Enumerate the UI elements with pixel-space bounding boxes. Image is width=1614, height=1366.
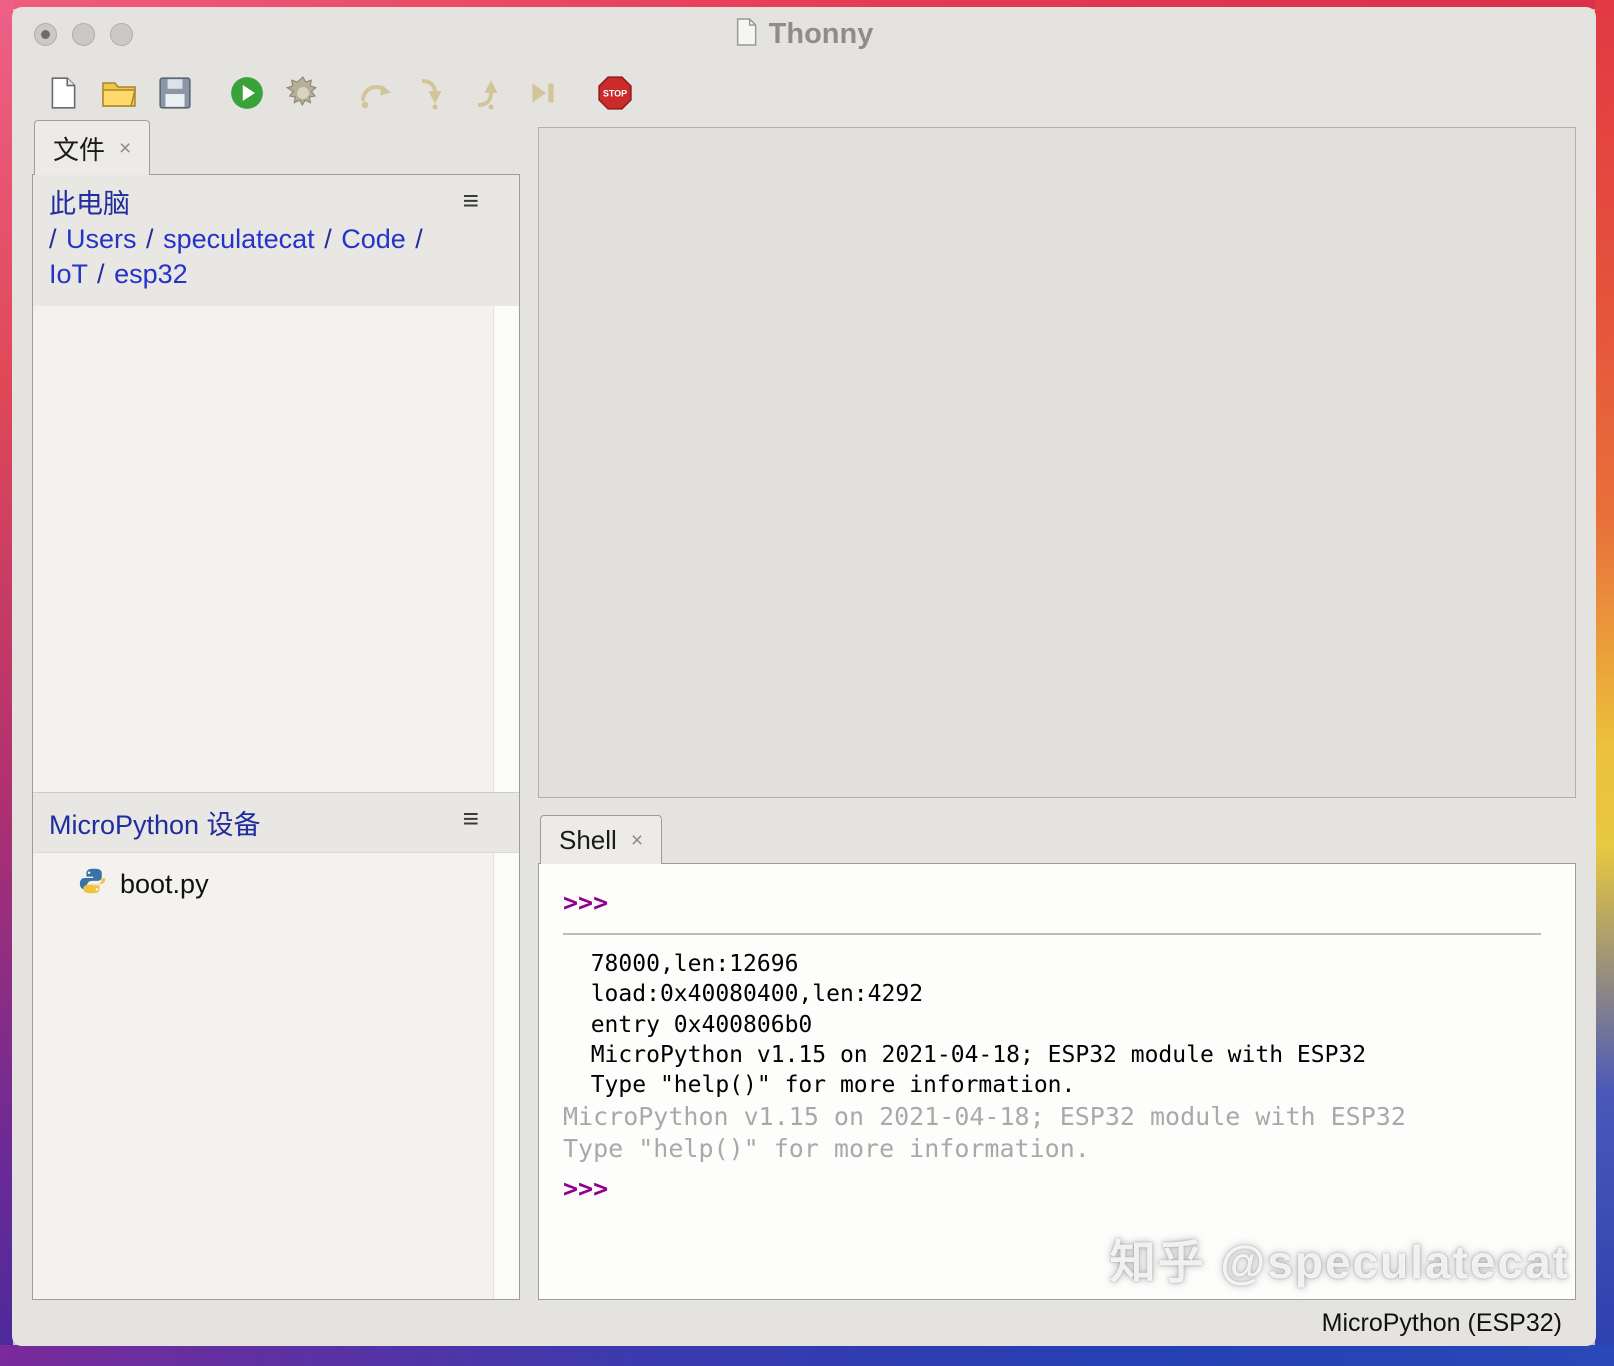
local-files-list xyxy=(33,306,519,792)
resume-button[interactable] xyxy=(522,73,564,115)
breadcrumb-separator: / xyxy=(146,224,163,254)
shell-banner-line: MicroPython v1.15 on 2021-04-18; ESP32 m… xyxy=(563,1101,1551,1134)
device-panel-title: MicroPython 设备 xyxy=(49,810,261,840)
shell-output-line: 78000,len:12696 xyxy=(563,949,1551,979)
python-file-icon xyxy=(79,867,107,902)
device-file-name: boot.py xyxy=(120,869,209,900)
window-title: Thonny xyxy=(769,18,874,51)
toolbar-run-group xyxy=(226,73,324,115)
new-file-button[interactable] xyxy=(42,73,84,115)
watermark-text: 知乎 @speculatecat xyxy=(1110,1226,1570,1292)
open-folder-icon xyxy=(101,75,137,114)
breadcrumb-segment[interactable]: IoT xyxy=(49,259,88,289)
files-column: 文件 × 此电脑 / Users / speculatecat / Code /… xyxy=(32,127,520,1300)
step-into-icon xyxy=(413,75,449,114)
svg-text:STOP: STOP xyxy=(603,88,627,98)
shell-output: >>> 78000,len:12696 load:0x40080400,len:… xyxy=(563,888,1551,1203)
traffic-lights xyxy=(12,23,133,46)
shell-output-line: Type "help()" for more information. xyxy=(563,1070,1551,1100)
device-files-list: boot.py xyxy=(33,853,519,1299)
shell-separator-line xyxy=(563,933,1541,935)
step-out-icon xyxy=(469,75,505,114)
this-computer-label[interactable]: 此电脑 xyxy=(49,187,449,222)
files-panel: 此电脑 / Users / speculatecat / Code / IoT … xyxy=(32,174,520,1300)
new-file-icon xyxy=(45,75,81,114)
editor-empty-area xyxy=(538,127,1576,798)
shell-output-line: load:0x40080400,len:4292 xyxy=(563,979,1551,1009)
shell-tab-row: Shell × xyxy=(538,816,1576,864)
step-into-button[interactable] xyxy=(410,73,452,115)
status-bar: MicroPython (ESP32) xyxy=(12,1300,1596,1346)
breadcrumb-segment[interactable]: Code xyxy=(341,224,406,254)
backend-status-label[interactable]: MicroPython (ESP32) xyxy=(1322,1309,1562,1338)
stop-sign-icon: STOP xyxy=(597,75,633,114)
debug-bug-icon xyxy=(285,75,321,114)
files-tab-label: 文件 xyxy=(53,130,105,167)
save-file-button[interactable] xyxy=(154,73,196,115)
close-window-button[interactable] xyxy=(34,23,57,46)
breadcrumb-segment[interactable]: Users xyxy=(66,224,137,254)
shell-output-line: entry 0x400806b0 xyxy=(563,1010,1551,1040)
screenshot-stage: Thonny xyxy=(0,0,1614,1366)
breadcrumb-segment[interactable]: esp32 xyxy=(114,259,188,289)
run-script-button[interactable] xyxy=(226,73,268,115)
run-icon xyxy=(229,75,265,114)
device-file-bootpy[interactable]: boot.py xyxy=(33,861,519,908)
breadcrumb-separator: / xyxy=(49,224,66,254)
main-area: 文件 × 此电脑 / Users / speculatecat / Code /… xyxy=(12,127,1596,1300)
toolbar-step-group xyxy=(354,73,564,115)
tab-shell[interactable]: Shell × xyxy=(540,815,662,864)
files-tab-row: 文件 × xyxy=(32,127,520,175)
step-over-button[interactable] xyxy=(354,73,396,115)
background-edge-right xyxy=(1595,0,1614,1366)
toolbar-stop-group: STOP xyxy=(594,73,636,115)
thonny-window: Thonny xyxy=(12,7,1596,1346)
files-menu-icon[interactable]: ≡ xyxy=(461,185,481,217)
file-breadcrumb: / Users / speculatecat / Code / IoT / es… xyxy=(49,222,449,292)
shell-tab-close-icon[interactable]: × xyxy=(629,830,645,851)
device-menu-icon[interactable]: ≡ xyxy=(461,803,481,835)
document-icon xyxy=(735,18,759,51)
step-out-button[interactable] xyxy=(466,73,508,115)
close-dot-icon xyxy=(41,30,50,39)
breadcrumb-separator: / xyxy=(97,259,114,289)
open-file-button[interactable] xyxy=(98,73,140,115)
files-tab-close-icon[interactable]: × xyxy=(117,138,133,159)
editor-column: Shell × >>> 78000,len:12696 load:0x40080… xyxy=(538,127,1576,1300)
background-edge-bottom xyxy=(0,1345,1614,1366)
shell-prompt-line: >>> xyxy=(563,1174,1551,1203)
minimize-window-button[interactable] xyxy=(72,23,95,46)
shell-output-line: MicroPython v1.15 on 2021-04-18; ESP32 m… xyxy=(563,1040,1551,1070)
toolbar-file-group xyxy=(42,73,196,115)
toolbar: STOP xyxy=(12,61,1596,127)
shell-prompt-line: >>> xyxy=(563,888,1551,917)
files-breadcrumb-header: 此电脑 / Users / speculatecat / Code / IoT … xyxy=(33,175,519,306)
breadcrumb-separator: / xyxy=(324,224,341,254)
zoom-window-button[interactable] xyxy=(110,23,133,46)
device-panel-header: MicroPython 设备 ≡ xyxy=(33,792,519,853)
title-bar: Thonny xyxy=(12,7,1596,61)
save-floppy-icon xyxy=(157,75,193,114)
breadcrumb-separator: / xyxy=(415,224,423,254)
debug-script-button[interactable] xyxy=(282,73,324,115)
step-over-icon xyxy=(357,75,393,114)
tab-files[interactable]: 文件 × xyxy=(34,120,150,175)
shell-tab-label: Shell xyxy=(559,825,617,856)
files-scrollbar[interactable] xyxy=(493,175,519,1299)
shell-banner-line: Type "help()" for more information. xyxy=(563,1133,1551,1166)
resume-icon xyxy=(525,75,561,114)
window-title-group: Thonny xyxy=(735,18,874,51)
breadcrumb-segment[interactable]: speculatecat xyxy=(163,224,315,254)
stop-button[interactable]: STOP xyxy=(594,73,636,115)
